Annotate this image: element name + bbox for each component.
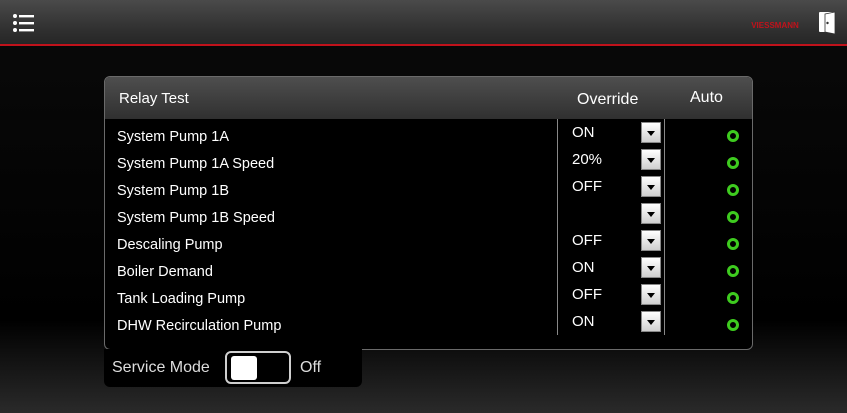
auto-status-indicator [727,319,739,331]
override-value: ON [572,124,595,141]
override-value: OFF [572,286,602,303]
table-row: System Pump 1B OFF [105,173,752,200]
dropdown-arrow-icon[interactable] [641,284,661,305]
service-mode-control: Service Mode Off [104,349,362,387]
relay-label: System Pump 1A Speed [117,156,275,172]
menu-button[interactable] [6,10,40,36]
table-row: System Pump 1A Speed 20% [105,146,752,173]
auto-status-indicator [727,184,739,196]
override-select[interactable]: ON [557,119,665,146]
auto-status-indicator [727,211,739,223]
relay-label: Descaling Pump [117,237,223,253]
dropdown-arrow-icon[interactable] [641,230,661,251]
panel-header: Relay Test Override Auto [105,77,752,119]
relay-label: DHW Recirculation Pump [117,318,282,334]
auto-status-indicator [727,265,739,277]
override-value: 20% [572,151,603,168]
dropdown-arrow-icon[interactable] [641,203,661,224]
service-mode-state: Off [300,359,322,376]
auto-status-indicator [727,292,739,304]
override-select[interactable]: OFF [557,227,665,254]
override-value: OFF [572,178,602,195]
service-mode-toggle[interactable] [225,351,291,384]
toggle-knob[interactable] [231,356,257,380]
relay-label: System Pump 1B Speed [117,210,275,226]
override-value: OFF [572,232,602,249]
table-row: Descaling Pump OFF [105,227,752,254]
auto-status-indicator [727,130,739,142]
door-exit-icon [819,11,836,35]
override-select[interactable] [557,200,665,227]
column-override-header: Override [577,91,639,108]
top-bar: VIESSMANN [0,0,847,46]
override-select[interactable]: ON [557,254,665,281]
override-select[interactable]: OFF [557,173,665,200]
relay-label: Tank Loading Pump [117,291,246,307]
override-select[interactable]: 20% [557,146,665,173]
override-select[interactable]: ON [557,308,665,335]
dropdown-arrow-icon[interactable] [641,122,661,143]
service-mode-label: Service Mode [112,359,210,376]
override-value: ON [572,313,595,330]
table-row: System Pump 1B Speed [105,200,752,227]
dropdown-arrow-icon[interactable] [641,311,661,332]
override-select[interactable]: OFF [557,281,665,308]
relay-label: System Pump 1A [117,129,230,145]
relay-rows: System Pump 1A ON System Pump 1A Speed 2… [105,119,752,335]
dropdown-arrow-icon[interactable] [641,149,661,170]
brand-text: VIESSMANN [751,21,799,30]
panel-title: Relay Test [119,90,189,107]
list-menu-icon [13,14,34,32]
relay-label: System Pump 1B [117,183,230,199]
auto-status-indicator [727,238,739,250]
table-row: System Pump 1A ON [105,119,752,146]
relay-label: Boiler Demand [117,264,213,280]
auto-status-indicator [727,157,739,169]
relay-test-panel: Relay Test Override Auto System Pump 1A … [104,76,753,350]
column-auto-header: Auto [690,89,723,106]
dropdown-arrow-icon[interactable] [641,176,661,197]
brand-logo: VIESSMANN [747,18,803,30]
table-row: Tank Loading Pump OFF [105,281,752,308]
dropdown-arrow-icon[interactable] [641,257,661,278]
table-row: Boiler Demand ON [105,254,752,281]
table-row: DHW Recirculation Pump ON [105,308,752,335]
override-value: ON [572,259,595,276]
logout-button[interactable] [815,8,841,38]
